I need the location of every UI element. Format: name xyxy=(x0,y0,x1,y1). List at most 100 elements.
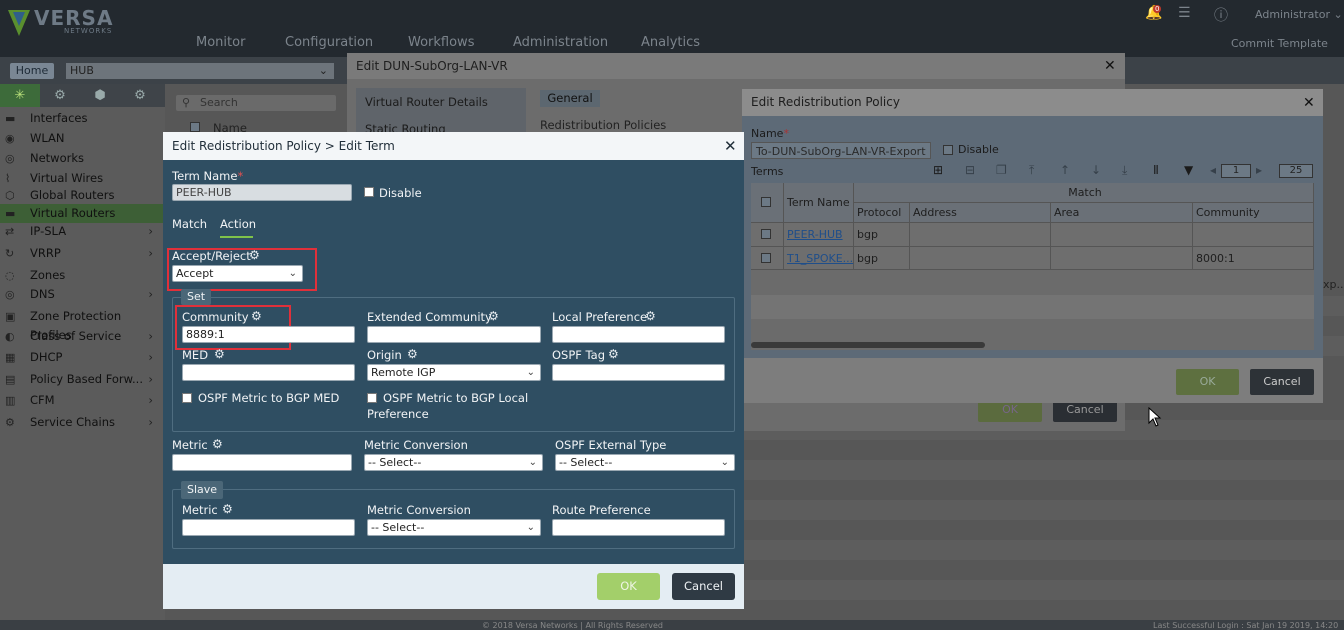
gear-icon[interactable]: ⚙ xyxy=(212,437,223,451)
columns-icon[interactable]: Ⅱ xyxy=(1153,163,1159,177)
tab-general[interactable]: General xyxy=(540,90,600,107)
filter-icon[interactable]: ▼ xyxy=(1184,163,1193,177)
gear-icon[interactable]: ⚙ xyxy=(214,347,225,361)
gear-icon[interactable]: ⚙ xyxy=(645,309,656,323)
slave-metric-conversion-select[interactable]: -- Select-- ⌄ xyxy=(367,519,541,536)
horizontal-scrollbar[interactable] xyxy=(751,342,985,348)
add-icon[interactable]: ⊞ xyxy=(933,163,943,177)
accept-reject-select[interactable]: Accept ⌄ xyxy=(172,265,303,282)
list-row-stripe xyxy=(744,540,1344,560)
cancel-button[interactable]: Cancel xyxy=(1250,369,1314,395)
gear-icon[interactable]: ⚙ xyxy=(608,347,619,361)
required-marker: * xyxy=(237,169,244,183)
cell-address xyxy=(910,223,1051,247)
sidebar-item-dhcp[interactable]: ▦ DHCP › xyxy=(0,348,165,367)
sidebar-item-wlan[interactable]: ◉ WLAN xyxy=(0,129,165,148)
sidebar-item-global-routers[interactable]: ⬡ Global Routers xyxy=(0,186,165,205)
tab-objects-icon[interactable]: ⬢ xyxy=(80,84,120,107)
clone-icon[interactable]: ❐ xyxy=(996,163,1007,177)
row-checkbox[interactable] xyxy=(761,229,771,239)
page-size-input[interactable]: 25 xyxy=(1279,164,1313,178)
med-field[interactable] xyxy=(182,364,355,381)
gear-icon[interactable]: ⚙ xyxy=(249,248,260,262)
ospf-tag-field[interactable] xyxy=(552,364,725,381)
grid-header-area[interactable]: Area xyxy=(1051,203,1193,223)
nav-configuration[interactable]: Configuration xyxy=(285,35,373,50)
next-page-icon[interactable]: ▸ xyxy=(1256,163,1262,177)
move-bottom-icon[interactable]: ⤓ xyxy=(1122,163,1127,178)
extended-community-field[interactable] xyxy=(367,326,541,343)
community-field[interactable]: 8889:1 xyxy=(182,326,355,343)
grid-header-community[interactable]: Community xyxy=(1193,203,1314,223)
nav-monitor[interactable]: Monitor xyxy=(196,35,245,50)
user-menu[interactable]: Administrator ⌄ xyxy=(1255,8,1343,21)
sidebar-item-policy-based-forw[interactable]: ▤ Policy Based Forw... › xyxy=(0,370,165,389)
cancel-button[interactable]: Cancel xyxy=(672,573,735,600)
ospf-external-type-select[interactable]: -- Select-- ⌄ xyxy=(555,454,735,471)
sidebar-item-dns[interactable]: ◎ DNS › xyxy=(0,285,165,304)
close-icon[interactable]: ✕ xyxy=(724,137,737,155)
sidebar-item-zone-protection-profiles[interactable]: ▣ Zone Protection Profiles xyxy=(0,307,165,342)
move-top-icon[interactable]: ⤒ xyxy=(1029,163,1034,178)
sidebar-item-service-chains[interactable]: ⚙ Service Chains › xyxy=(0,413,165,432)
sidebar-item-cfm[interactable]: ▥ CFM › xyxy=(0,391,165,410)
appliance-select[interactable]: HUB ⌄ xyxy=(66,63,334,79)
commit-template-link[interactable]: Commit Template xyxy=(1231,37,1328,50)
grid-header-term-name[interactable]: Term Name xyxy=(784,183,854,223)
ospf-metric-local-checkbox[interactable] xyxy=(367,393,377,403)
nav-administration[interactable]: Administration xyxy=(513,35,608,50)
metric-conversion-select[interactable]: -- Select-- ⌄ xyxy=(364,454,543,471)
term-link[interactable]: T1_SPOKE... xyxy=(787,252,853,265)
local-preference-field[interactable] xyxy=(552,326,725,343)
nav-analytics[interactable]: Analytics xyxy=(641,35,700,50)
slave-metric-field[interactable] xyxy=(182,519,355,536)
remove-icon[interactable]: ⊟ xyxy=(965,163,975,177)
ok-button[interactable]: OK xyxy=(597,573,660,600)
sidebar-item-ip-sla[interactable]: ⇄ IP-SLA › xyxy=(0,222,165,241)
search-input[interactable]: ⚲ Search xyxy=(176,95,336,111)
gear-icon[interactable]: ⚙ xyxy=(488,309,499,323)
metric-field[interactable] xyxy=(172,454,352,471)
side-item-virtual-router-details[interactable]: Virtual Router Details xyxy=(365,95,488,109)
ospf-metric-med-checkbox[interactable] xyxy=(182,393,192,403)
tab-networking-icon[interactable]: ✳ xyxy=(0,84,40,107)
disable-checkbox[interactable] xyxy=(943,145,953,155)
gear-icon[interactable]: ⚙ xyxy=(222,502,233,516)
gear-icon[interactable]: ⚙ xyxy=(407,347,418,361)
route-preference-field[interactable] xyxy=(552,519,725,536)
prev-page-icon[interactable]: ◂ xyxy=(1210,163,1216,177)
grid-header-address[interactable]: Address xyxy=(910,203,1051,223)
select-all-checkbox[interactable] xyxy=(761,197,771,207)
page-number-input[interactable]: 1 xyxy=(1221,164,1251,178)
sidebar-item-interfaces[interactable]: ▬ Interfaces xyxy=(0,109,165,128)
tab-settings-icon[interactable]: ⚙ xyxy=(120,84,160,107)
term-link[interactable]: PEER-HUB xyxy=(787,228,843,241)
move-down-icon[interactable]: ↓ xyxy=(1091,163,1101,177)
origin-select[interactable]: Remote IGP ⌄ xyxy=(367,364,541,381)
dialog-title: Edit Redistribution Policy > Edit Term xyxy=(163,132,744,160)
sidebar-item-class-of-service[interactable]: ◐ Class of Service › xyxy=(0,327,165,346)
disable-label: Disable xyxy=(379,186,422,200)
tab-services-icon[interactable]: ⚙ xyxy=(40,84,80,107)
policy-name-field[interactable]: To-DUN-SubOrg-LAN-VR-Export xyxy=(751,142,931,159)
disable-checkbox[interactable] xyxy=(364,187,374,197)
sidebar-item-zones[interactable]: ◌ Zones xyxy=(0,266,165,285)
select-all-checkbox[interactable] xyxy=(190,122,200,132)
tab-action[interactable]: Action xyxy=(220,217,256,231)
term-name-field[interactable]: PEER-HUB xyxy=(172,184,352,201)
gear-icon[interactable]: ⚙ xyxy=(251,309,262,323)
tab-match[interactable]: Match xyxy=(172,217,207,231)
sidebar-item-vrrp[interactable]: ↻ VRRP › xyxy=(0,244,165,263)
ok-button[interactable]: OK xyxy=(1176,369,1239,395)
grid-header-protocol[interactable]: Protocol xyxy=(854,203,910,223)
document-icon[interactable]: ☰ xyxy=(1178,5,1191,21)
row-checkbox[interactable] xyxy=(761,253,771,263)
close-icon[interactable]: ✕ xyxy=(1104,58,1116,74)
sidebar-item-networks[interactable]: ◎ Networks xyxy=(0,149,165,168)
info-icon[interactable]: ⓘ xyxy=(1214,5,1228,25)
nav-workflows[interactable]: Workflows xyxy=(408,35,474,50)
sidebar-item-virtual-routers[interactable]: ▬ Virtual Routers xyxy=(0,204,165,223)
close-icon[interactable]: ✕ xyxy=(1303,95,1315,111)
move-up-icon[interactable]: ↑ xyxy=(1060,163,1070,177)
home-button[interactable]: Home xyxy=(10,63,54,79)
